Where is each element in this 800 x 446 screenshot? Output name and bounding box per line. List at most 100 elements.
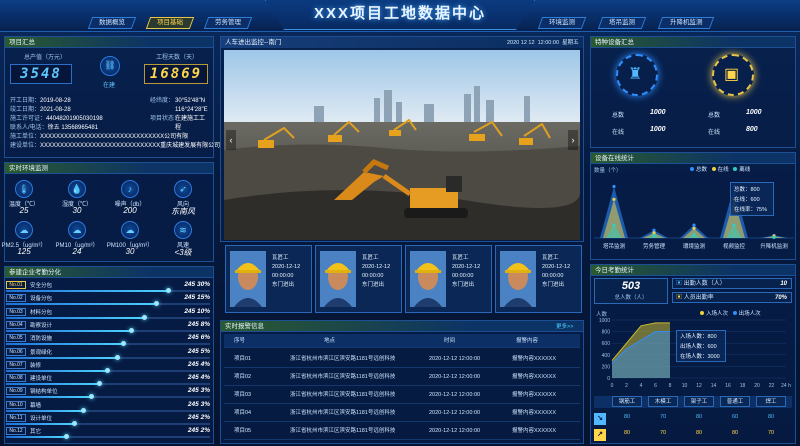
video-feed[interactable] bbox=[224, 50, 580, 240]
alarm-row[interactable]: 项目05 浙江省杭州市滨江区滨安路1181号远创科技 2020-12-12 12:0… bbox=[224, 422, 580, 440]
pm25-icon: ☁ bbox=[15, 221, 33, 239]
attendance-tooltip: 入场人数：800 出场人数：600 在场人数：3000 bbox=[676, 330, 726, 362]
worker-date: 2020-12-12 bbox=[542, 264, 571, 270]
x-tick-label: 0 bbox=[611, 383, 614, 389]
rank-bar-handle bbox=[80, 407, 86, 413]
rank-name: 设计单位 bbox=[30, 416, 53, 422]
rate-box: ▣ 人员出勤率 70% bbox=[672, 292, 792, 303]
humidity-icon: 💧 bbox=[68, 180, 86, 198]
enter-icon: ↘ bbox=[594, 413, 606, 425]
panel-title: 实时报警信息 bbox=[221, 321, 583, 332]
total-box: 503 总人数（人） bbox=[594, 278, 668, 304]
equip-left-online: 1000 bbox=[650, 126, 666, 133]
in-count-box: ▣ 出勤人数（人） 10 bbox=[672, 278, 792, 289]
device-category-label: 環境监测 bbox=[683, 242, 706, 250]
worktype-cell: 80 bbox=[767, 414, 775, 420]
x-tick-label: 8 bbox=[669, 383, 672, 389]
worker-card[interactable]: 瓦匠工 2020-12-12 00:00:00 东门进出 bbox=[495, 245, 582, 313]
x-tick-label: 10 bbox=[682, 383, 688, 389]
rank-value: 245 2% bbox=[188, 427, 210, 434]
alarm-id: 项目05 bbox=[234, 428, 252, 434]
device-tooltip: 总数：800 在线：600 在线率：75% bbox=[730, 182, 774, 216]
rank-tag: No.07 bbox=[6, 360, 26, 369]
rank-name: 其它 bbox=[30, 429, 42, 436]
alarm-content: 报警内容XXXXXX bbox=[512, 410, 557, 416]
rank-bar-fill bbox=[6, 290, 170, 292]
rank-bar-handle bbox=[121, 341, 127, 347]
tower-crane-icon: ♜ bbox=[628, 66, 643, 83]
panel-title: 特种设备汇总 bbox=[591, 37, 795, 48]
days-value: 16869 bbox=[144, 64, 208, 84]
worker-card[interactable]: 瓦匠工 2020-12-12 00:00:00 东门进出 bbox=[405, 245, 492, 313]
pm100-icon: ☁ bbox=[121, 221, 139, 239]
panel-title: 项目汇总 bbox=[5, 37, 213, 48]
rank-row: No.02 设备分包 245 15% bbox=[6, 294, 210, 307]
worktype-header-cell: 焊工 bbox=[756, 396, 786, 407]
rank-bar-fill bbox=[6, 343, 125, 346]
noise-icon: ♪ bbox=[121, 180, 139, 198]
x-tick-label: 4 bbox=[640, 383, 643, 389]
alarm-content: 报警内容XXXXXX bbox=[512, 392, 557, 398]
rank-row: No.12 其它 245 2% bbox=[6, 427, 210, 440]
worker-date: 2020-12-12 bbox=[272, 264, 301, 270]
rank-tag: No.12 bbox=[6, 427, 26, 436]
equip-left-online-label: 在线 bbox=[612, 130, 625, 136]
rank-count: 245 bbox=[187, 360, 199, 368]
device-point bbox=[612, 223, 616, 227]
worker-photo bbox=[410, 251, 446, 307]
rank-tag: No.04 bbox=[6, 320, 26, 329]
nav-tab-project[interactable]: 项目基础 bbox=[145, 17, 195, 29]
rank-pct: 4% bbox=[200, 360, 210, 368]
alarm-content: 报警内容XXXXXX bbox=[512, 356, 557, 362]
nav-tab-labor[interactable]: 劳务管理 bbox=[203, 17, 253, 29]
alarm-time: 2020-12-12 12:00:00 bbox=[429, 374, 481, 380]
chevron-left-icon[interactable]: ‹ bbox=[226, 130, 236, 150]
panel-title: 设备在线统计 bbox=[591, 153, 795, 164]
wind-speed-icon: ≋ bbox=[174, 221, 192, 239]
x-tick-label: 22 bbox=[769, 383, 775, 389]
rank-tag: No.08 bbox=[6, 374, 26, 383]
worker-card[interactable]: 瓦匠工 2020-12-12 00:00:00 东门进出 bbox=[225, 245, 312, 313]
equip-right-total-label: 总数 bbox=[708, 113, 721, 119]
rank-name: 建设单位 bbox=[30, 376, 53, 383]
rank-row: No.04 勘察设计 245 8% bbox=[6, 320, 210, 333]
device-point bbox=[692, 226, 696, 230]
nav-tab-overview[interactable]: 数据概览 bbox=[87, 17, 137, 29]
alarm-id: 项目01 bbox=[234, 356, 252, 362]
rank-value: 245 8% bbox=[188, 321, 210, 328]
panel-title: 参建企业考勤分化 bbox=[5, 267, 213, 278]
equip-right-total: 1000 bbox=[746, 109, 762, 116]
more-link[interactable]: 更多>> bbox=[556, 322, 573, 330]
worktype-cell: 80 bbox=[623, 430, 631, 436]
rank-name: 消防设施 bbox=[30, 336, 53, 343]
alarm-row[interactable]: 项目04 浙江省杭州市滨江区滨安路1181号远创科技 2020-12-12 12:0… bbox=[224, 404, 580, 422]
thermometer-icon: 🌡 bbox=[15, 180, 33, 198]
y-tick-label: 400 bbox=[602, 353, 611, 359]
alarm-place: 浙江省杭州市滨江区滨安路1181号远创科技 bbox=[290, 410, 396, 416]
rank-bar-handle bbox=[96, 381, 102, 387]
chevron-right-icon[interactable]: › bbox=[568, 130, 578, 150]
title-box: XXX项目工地数据中心 bbox=[265, 0, 535, 30]
alarm-row[interactable]: 项目01 浙江省杭州市滨江区滨安路1181号远创科技 2020-12-12 12:0… bbox=[224, 350, 580, 368]
env-value: 24 bbox=[72, 247, 82, 256]
rank-count: 245 bbox=[187, 427, 199, 435]
worker-card[interactable]: 瓦匠工 2020-12-12 00:00:00 东门进出 bbox=[315, 245, 402, 313]
nav-tab-elevator[interactable]: 升降机监测 bbox=[657, 17, 715, 29]
rank-count: 245 bbox=[184, 294, 196, 302]
worker-name: 瓦匠工 bbox=[452, 255, 469, 261]
nav-tab-environment[interactable]: 环境监测 bbox=[537, 17, 587, 29]
worker-name: 瓦匠工 bbox=[362, 255, 379, 261]
nav-tab-tower-crane[interactable]: 塔吊监测 bbox=[597, 17, 647, 29]
worker-time: 00:00:00 bbox=[452, 273, 474, 279]
rank-count: 245 bbox=[184, 307, 196, 315]
rank-value: 245 3% bbox=[188, 387, 210, 394]
device-chart-legend: 总数 在线 离线 bbox=[690, 165, 750, 173]
alarm-row[interactable]: 项目02 浙江省杭州市滨江区滨安路1181号远创科技 2020-12-12 12:0… bbox=[224, 368, 580, 386]
rank-bar-fill bbox=[6, 423, 76, 425]
rank-name: 钢结构单位 bbox=[30, 389, 58, 396]
rank-value: 245 15% bbox=[184, 294, 210, 301]
rank-tag: No.01 bbox=[6, 281, 26, 289]
alarm-row[interactable]: 项目03 浙江省杭州市滨江区滨安路1181号远创科技 2020-12-12 12:0… bbox=[224, 386, 580, 404]
rank-bar-handle bbox=[166, 288, 172, 293]
rank-value: 245 6% bbox=[188, 334, 210, 341]
